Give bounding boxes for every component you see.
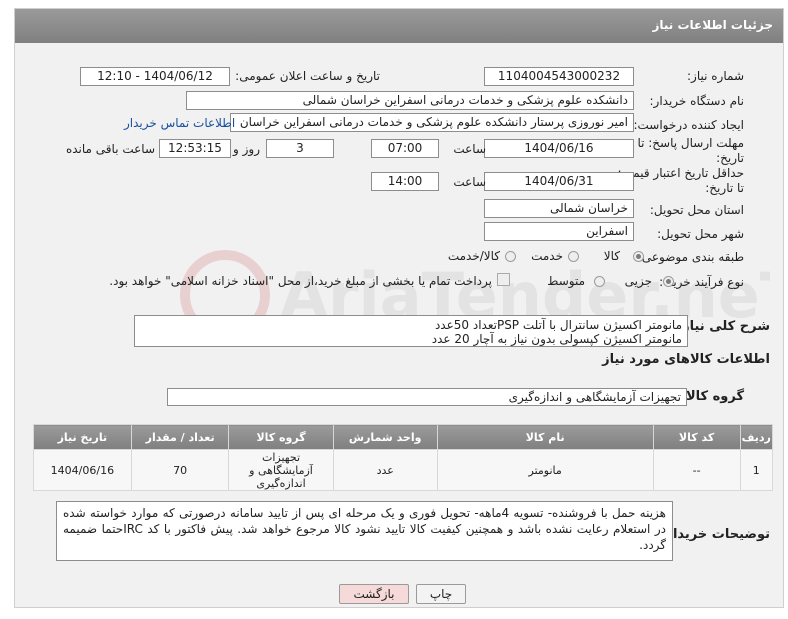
category-label: طبقه بندی موضوعی:	[637, 250, 744, 264]
buyer-org-label: نام دستگاه خریدار:	[649, 94, 745, 108]
province-label: استان محل تحویل:	[649, 203, 744, 217]
process-radio-minor[interactable]	[663, 276, 674, 287]
cell-group: تجهیزات آزمایشگاهی و اندازه‌گیری	[228, 449, 334, 491]
cell-date: 1404/06/16	[33, 449, 132, 491]
goods-table-header: ردیف کد کالا نام کالا واحد شمارش گروه کا…	[33, 424, 774, 450]
cell-name: مانومتر	[436, 449, 654, 491]
validity-time-field: 14:00	[371, 172, 439, 191]
goods-group-field: تجهیزات آزمایشگاهی و اندازه‌گیری	[167, 388, 687, 406]
category-option-service: خدمت	[531, 249, 563, 263]
buyer-notes-field: هزینه حمل با فروشنده- تسویه 4ماهه- تحویل…	[56, 501, 673, 561]
col-qty: تعداد / مقدار	[130, 424, 230, 450]
announce-field: 1404/06/12 - 12:10	[80, 67, 230, 86]
cell-code: --	[652, 449, 741, 491]
col-group: گروه کالا	[228, 424, 334, 450]
col-date: تاریخ نیاز	[33, 424, 132, 450]
creator-label: ایجاد کننده درخواست:	[633, 118, 744, 132]
description-field: مانومتر اکسیژن سانترال با آتلت PSPتعداد …	[134, 315, 688, 347]
deadline-label: مهلت ارسال پاسخ: تا تاریخ:	[637, 136, 744, 165]
days-field: 3	[266, 139, 334, 158]
buyer-notes-label: توضیحات خریدار:	[660, 527, 770, 542]
goods-section-title: اطلاعات کالاهای مورد نیاز	[602, 352, 770, 367]
deadline-time-label: ساعت	[453, 142, 486, 156]
city-field: اسفراین	[484, 222, 634, 241]
payment-note: پرداخت تمام یا بخشی از مبلغ خرید،از محل …	[109, 274, 492, 288]
buyer-org-field: دانشکده علوم پزشکی و خدمات درمانی اسفرای…	[186, 91, 634, 110]
announce-label: تاریخ و ساعت اعلان عمومی:	[235, 69, 380, 83]
creator-field: امیر نوروزی پرستار دانشکده علوم پزشکی و …	[230, 113, 634, 132]
category-option-goods-service: کالا/خدمت	[447, 249, 500, 263]
process-option-medium: متوسط	[547, 274, 585, 288]
need-number-label: شماره نیاز:	[687, 69, 744, 83]
days-label: روز و	[233, 142, 260, 156]
category-radio-service[interactable]	[568, 251, 579, 262]
category-option-goods: کالا	[603, 249, 620, 263]
validity-date-field: 1404/06/31	[484, 172, 634, 191]
print-button[interactable]: چاپ	[416, 584, 466, 604]
category-radio-goods-service[interactable]	[505, 251, 516, 262]
remaining-label: ساعت باقی مانده	[65, 142, 155, 156]
col-name: نام کالا	[436, 424, 654, 450]
cell-qty: 70	[130, 449, 230, 491]
description-line-2: مانومتر اکسیژن کپسولی بدون نیاز به آچار …	[431, 332, 682, 346]
col-code: کد کالا	[652, 424, 741, 450]
deadline-time-field: 07:00	[371, 139, 439, 158]
back-button[interactable]: بازگشت	[339, 584, 409, 604]
goods-group-label: گروه کالا:	[680, 389, 744, 404]
goods-table: ردیف کد کالا نام کالا واحد شمارش گروه کا…	[33, 424, 774, 491]
col-row: ردیف	[739, 424, 774, 450]
description-label: شرح کلی نیاز:	[676, 319, 770, 334]
process-radio-medium[interactable]	[594, 276, 605, 287]
need-number-field: 1104004543000232	[484, 67, 634, 86]
treasury-payment-checkbox[interactable]	[497, 273, 510, 286]
remaining-time-field: 12:53:15	[159, 139, 231, 158]
category-radio-goods[interactable]	[633, 251, 644, 262]
panel-title: جزئیات اطلاعات نیاز	[15, 9, 783, 43]
table-row: 1 -- مانومتر عدد تجهیزات آزمایشگاهی و ان…	[33, 449, 774, 491]
cell-row: 1	[739, 449, 774, 491]
deadline-date-field: 1404/06/16	[484, 139, 634, 158]
process-option-minor: جزیی	[624, 274, 652, 288]
province-field: خراسان شمالی	[484, 199, 634, 218]
city-label: شهر محل تحویل:	[657, 227, 744, 241]
validity-time-label: ساعت	[453, 175, 486, 189]
col-unit: واحد شمارش	[332, 424, 438, 450]
cell-unit: عدد	[332, 449, 438, 491]
buyer-contact-link[interactable]: اطلاعات تماس خریدار	[124, 116, 235, 130]
description-line-1: مانومتر اکسیژن سانترال با آتلت PSPتعداد …	[434, 318, 682, 332]
